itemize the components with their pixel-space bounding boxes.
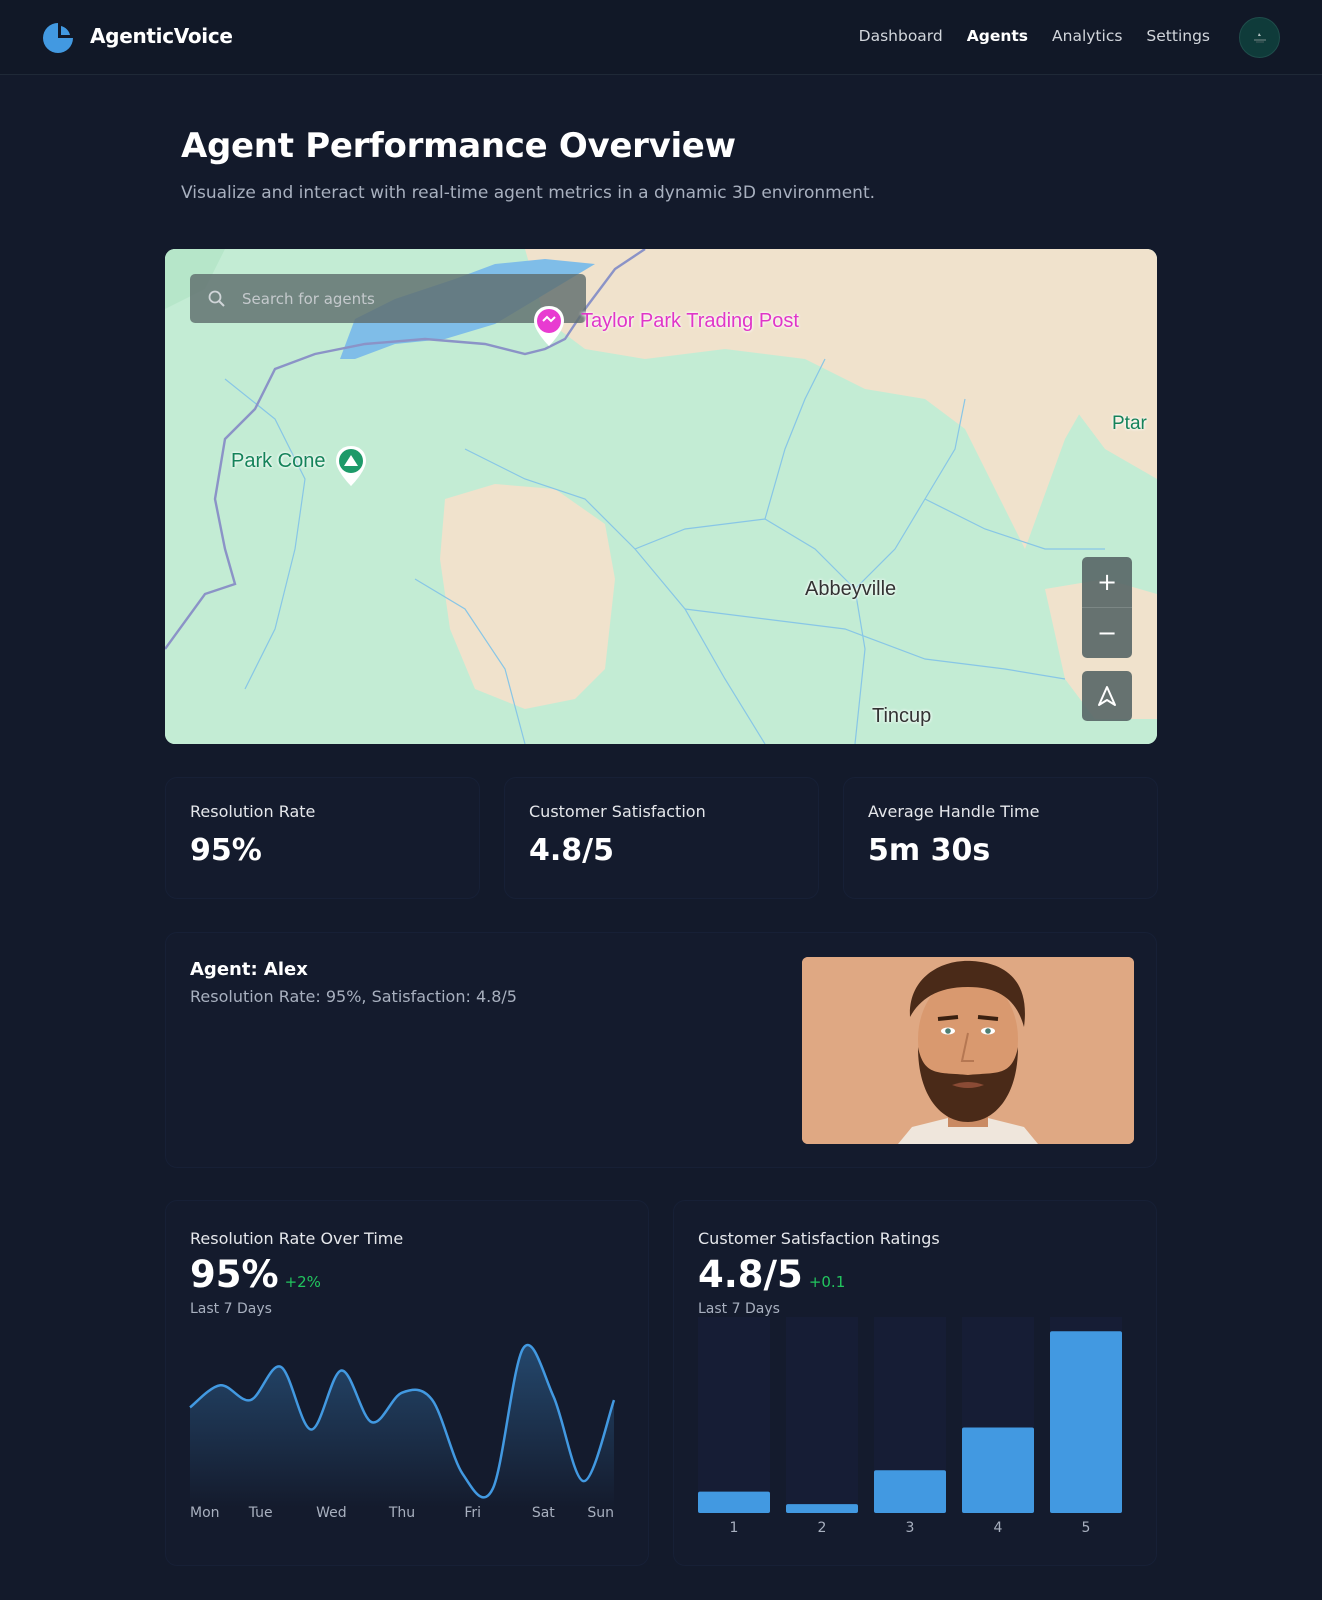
nav-analytics[interactable]: Analytics [1052, 27, 1122, 45]
logo-icon [43, 23, 73, 53]
top-navigation-bar: AgenticVoice Dashboard Agents Analytics … [0, 0, 1322, 75]
trading-post-marker-icon[interactable] [531, 304, 567, 348]
map-label-edge: Ptar [1112, 413, 1147, 434]
metric-label: Customer Satisfaction [529, 802, 706, 821]
x-tick-label: Sun [587, 1505, 614, 1521]
x-tick-label: Wed [316, 1505, 347, 1521]
zoom-out-button[interactable]: − [1082, 607, 1132, 657]
metric-label: Resolution Rate [190, 802, 316, 821]
agent-map[interactable]: Taylor Park Trading Post Park Cone Abbey… [165, 249, 1157, 744]
x-tick-label: Mon [190, 1505, 220, 1521]
nav-dashboard[interactable]: Dashboard [859, 27, 943, 45]
area-fill [190, 1345, 614, 1507]
nav-agents[interactable]: Agents [967, 27, 1028, 45]
bar[interactable] [1050, 1331, 1122, 1513]
page-title: Agent Performance Overview [181, 126, 736, 166]
map-label-poi: Taylor Park Trading Post [581, 310, 799, 332]
metric-card-resolution: Resolution Rate 95% [165, 777, 480, 899]
user-avatar[interactable] [1239, 17, 1280, 58]
recenter-button[interactable] [1082, 671, 1132, 721]
x-tick-label: Sat [532, 1505, 555, 1521]
resolution-chart-card: Resolution Rate Over Time 95% +2% Last 7 … [165, 1200, 649, 1566]
metric-card-satisfaction: Customer Satisfaction 4.8/5 [504, 777, 819, 899]
peak-marker-icon[interactable] [333, 444, 369, 488]
agent-portrait [802, 957, 1134, 1144]
metric-value: 5m 30s [868, 833, 991, 868]
search-input[interactable] [242, 289, 562, 308]
search-icon [208, 290, 225, 307]
x-tick-label: Tue [248, 1505, 273, 1521]
main-nav: Dashboard Agents Analytics Settings [859, 27, 1210, 45]
agent-portrait-image [802, 957, 1134, 1144]
x-tick-label: Thu [388, 1505, 415, 1521]
x-tick-label: 5 [1082, 1520, 1091, 1536]
nav-settings[interactable]: Settings [1146, 27, 1210, 45]
navigation-arrow-icon [1098, 686, 1116, 706]
page-subtitle: Visualize and interact with real-time ag… [181, 183, 876, 203]
x-tick-label: 2 [818, 1520, 827, 1536]
brand-name[interactable]: AgenticVoice [90, 24, 233, 48]
resolution-line-chart[interactable]: Mon Tue Wed Thu Fri Sat Sun [166, 1201, 650, 1567]
metric-value: 4.8/5 [529, 833, 614, 868]
zoom-in-button[interactable]: + [1082, 557, 1132, 607]
zoom-controls: + − [1082, 557, 1132, 658]
avatar-image-icon [1253, 32, 1266, 42]
bar-track [786, 1317, 858, 1513]
x-tick-label: 1 [730, 1520, 739, 1536]
map-label-town2: Tincup [872, 705, 932, 727]
map-label-town: Abbeyville [805, 578, 897, 600]
map-label-peak: Park Cone [231, 450, 326, 472]
x-tick-label: 4 [994, 1520, 1003, 1536]
x-tick-label: 3 [906, 1520, 915, 1536]
metric-value: 95% [190, 833, 262, 868]
agent-stats: Resolution Rate: 95%, Satisfaction: 4.8/… [190, 987, 517, 1006]
satisfaction-bar-chart[interactable]: 1 2 3 4 5 [674, 1201, 1158, 1567]
agent-name: Agent: Alex [190, 959, 308, 980]
metric-label: Average Handle Time [868, 802, 1040, 821]
bar[interactable] [698, 1491, 770, 1513]
map-search-bar[interactable] [190, 274, 586, 323]
bar[interactable] [962, 1427, 1034, 1513]
satisfaction-chart-card: Customer Satisfaction Ratings 4.8/5 +0.1 … [673, 1200, 1157, 1566]
bar[interactable] [874, 1470, 946, 1513]
agent-card[interactable]: Agent: Alex Resolution Rate: 95%, Satisf… [165, 932, 1157, 1168]
metric-card-handle-time: Average Handle Time 5m 30s [843, 777, 1158, 899]
bar[interactable] [786, 1504, 858, 1513]
bar-track [698, 1317, 770, 1513]
x-tick-label: Fri [464, 1505, 481, 1521]
